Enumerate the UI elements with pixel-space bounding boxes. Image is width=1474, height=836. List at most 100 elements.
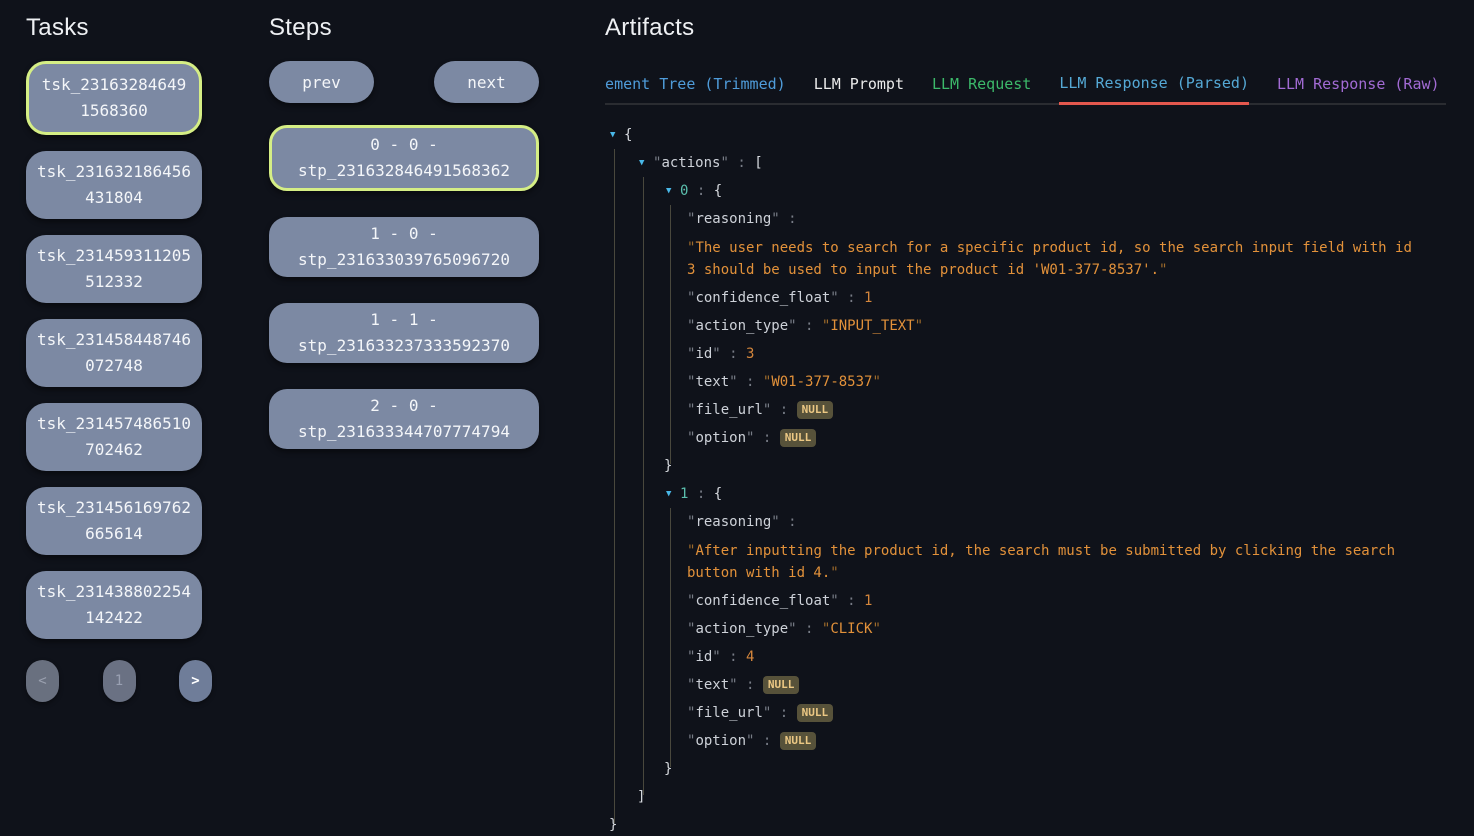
json-line: ] — [605, 787, 1446, 808]
quote: " — [1159, 262, 1167, 278]
task-button[interactable]: tsk_231458448746072748 — [26, 319, 202, 387]
indent-guide — [670, 508, 671, 767]
tab-llm-response-raw[interactable]: LLM Response (Raw) — [1277, 75, 1440, 103]
json-string-text: The user needs to search for a specific … — [687, 240, 1412, 278]
json-key: text — [695, 374, 729, 390]
bracket: [ — [754, 155, 762, 171]
colon: : — [738, 677, 763, 693]
task-button[interactable]: tsk_231632846491568360 — [26, 61, 202, 135]
tab-element-tree-trimmed[interactable]: Element Tree (Trimmed) — [605, 75, 786, 103]
colon: : — [771, 402, 796, 418]
json-number-value: 4 — [746, 649, 754, 665]
null-badge: NULL — [780, 429, 817, 447]
bracket: { — [624, 127, 632, 143]
json-line: } — [605, 759, 1446, 780]
json-line: "file_url" : NULL — [605, 400, 1446, 421]
tab-llm-prompt[interactable]: LLM Prompt — [814, 75, 904, 103]
prev-page-button[interactable]: < — [26, 660, 59, 702]
bracket: } — [664, 761, 672, 777]
json-key: option — [695, 430, 746, 446]
indent-guide — [614, 149, 615, 823]
collapse-caret-icon[interactable]: ▼ — [639, 153, 653, 174]
collapse-caret-icon[interactable]: ▼ — [610, 125, 624, 146]
quote: " — [771, 211, 779, 227]
json-key: action_type — [695, 318, 788, 334]
colon: : — [797, 621, 822, 637]
json-number-value: 1 — [864, 290, 872, 306]
json-line: "action_type" : "INPUT_TEXT" — [605, 316, 1446, 337]
page-1-button[interactable]: 1 — [103, 660, 136, 702]
colon: : — [839, 593, 864, 609]
json-line: "confidence_float" : 1 — [605, 288, 1446, 309]
task-button[interactable]: tsk_231459311205512332 — [26, 235, 202, 303]
json-line: ▼"actions" : [ — [605, 153, 1446, 174]
quote: " — [915, 318, 923, 334]
json-string-value: W01-377-8537 — [771, 374, 872, 390]
collapse-caret-icon[interactable]: ▼ — [666, 484, 680, 505]
task-button[interactable]: tsk_231456169762665614 — [26, 487, 202, 555]
next-page-button[interactable]: > — [179, 660, 212, 702]
json-line: ▼{ — [605, 125, 1446, 146]
next-step-button[interactable]: next — [434, 61, 539, 103]
step-button[interactable]: 1 - 0 - stp_231633039765096720 — [269, 217, 539, 277]
step-button[interactable]: 1 - 1 - stp_231633237333592370 — [269, 303, 539, 363]
colon: : — [754, 733, 779, 749]
artifacts-tabs: Element Tree (Trimmed) LLM Prompt LLM Requ… — [605, 74, 1446, 105]
json-key: option — [695, 733, 746, 749]
colon: : — [780, 211, 797, 227]
json-string-value: CLICK — [830, 621, 872, 637]
collapse-caret-icon[interactable]: ▼ — [666, 181, 680, 202]
tab-llm-request[interactable]: LLM Request — [932, 75, 1031, 103]
quote: " — [720, 155, 728, 171]
colon: : — [738, 374, 763, 390]
json-line: "id" : 4 — [605, 647, 1446, 668]
prev-step-button[interactable]: prev — [269, 61, 374, 103]
task-button[interactable]: tsk_231438802254142422 — [26, 571, 202, 639]
step-button[interactable]: 2 - 0 - stp_231633344707774794 — [269, 389, 539, 449]
json-string-value: "After inputting the product id, the sea… — [687, 540, 1413, 584]
json-line: "text" : "W01-377-8537" — [605, 372, 1446, 393]
json-string-value: INPUT_TEXT — [830, 318, 914, 334]
colon: : — [797, 318, 822, 334]
colon: : — [721, 346, 746, 362]
artifacts-panel: Artifacts Element Tree (Trimmed)LLM Prom… — [605, 0, 1446, 800]
tasks-list: tsk_231632846491568360 tsk_23163218645643… — [26, 61, 202, 639]
json-key: confidence_float — [695, 290, 830, 306]
json-number-value: 1 — [864, 593, 872, 609]
json-string-text: After inputting the product id, the sear… — [687, 543, 1395, 581]
quote: " — [872, 621, 880, 637]
json-line: "The user needs to search for a specific… — [605, 237, 1446, 281]
task-button[interactable]: tsk_231457486510702462 — [26, 403, 202, 471]
json-line: "option" : NULL — [605, 731, 1446, 752]
json-key: action_type — [695, 621, 788, 637]
quote: " — [771, 514, 779, 530]
json-key: id — [695, 649, 712, 665]
json-line: ▼1 : { — [605, 484, 1446, 505]
json-line: "reasoning" : — [605, 209, 1446, 230]
json-line: } — [605, 456, 1446, 477]
tasks-title: Tasks — [26, 14, 202, 42]
null-badge: NULL — [780, 732, 817, 750]
json-line: "text" : NULL — [605, 675, 1446, 696]
json-line: "After inputting the product id, the sea… — [605, 540, 1446, 584]
json-key: actions — [661, 155, 720, 171]
indent-guide — [670, 205, 671, 464]
json-key: reasoning — [695, 211, 771, 227]
tab-llm-response-parsed[interactable]: LLM Response (Parsed) — [1059, 74, 1249, 105]
tasks-panel: Tasks tsk_231632846491568360 tsk_23163218… — [26, 0, 202, 800]
bracket: } — [664, 458, 672, 474]
json-key: confidence_float — [695, 593, 830, 609]
json-line: } — [605, 815, 1446, 836]
json-line: "action_type" : "CLICK" — [605, 619, 1446, 640]
step-button[interactable]: 0 - 0 - stp_231632846491568362 — [269, 125, 539, 191]
steps-list: 0 - 0 - stp_231632846491568362 1 - 0 - st… — [269, 125, 539, 449]
quote: " — [729, 374, 737, 390]
json-key: file_url — [695, 402, 762, 418]
json-tree-viewer: ▼{▼"actions" : [▼0 : {"reasoning" :"The … — [605, 125, 1446, 836]
quote: " — [830, 593, 838, 609]
colon: : — [771, 705, 796, 721]
task-button[interactable]: tsk_231632186456431804 — [26, 151, 202, 219]
colon: : — [780, 514, 797, 530]
quote: " — [872, 374, 880, 390]
json-line: "file_url" : NULL — [605, 703, 1446, 724]
